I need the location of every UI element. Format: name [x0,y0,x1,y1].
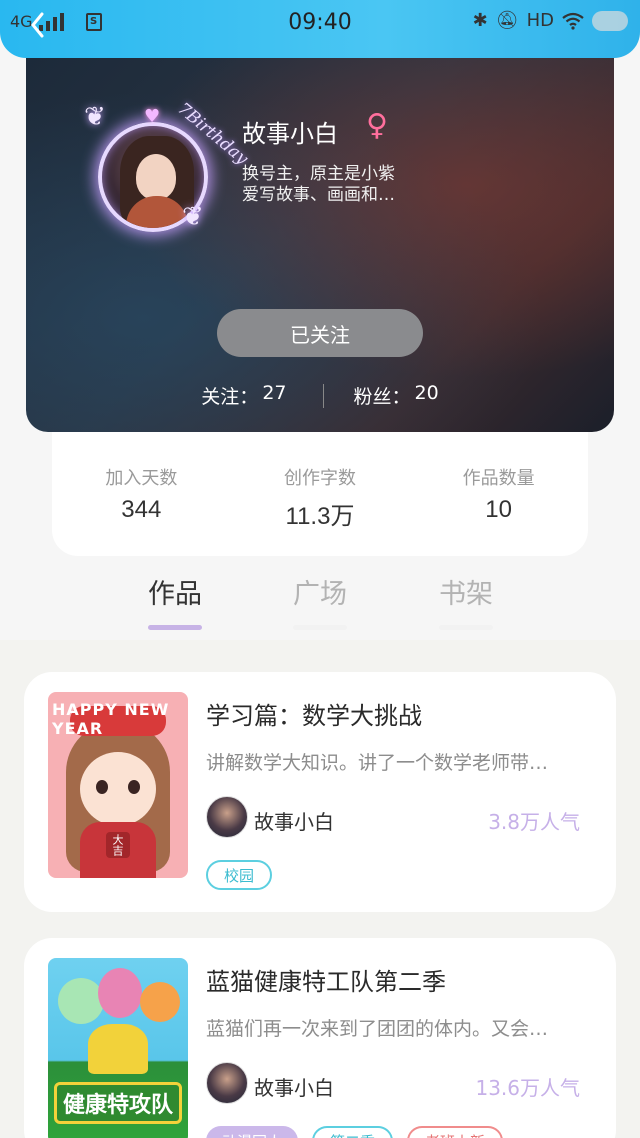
stat-label: 作品数量 [462,468,535,489]
fans-label: 粉丝： [353,386,411,408]
story-card[interactable]: 健康特攻队 蓝猫健康特工队第二季 蓝猫们再一次来到了团团的体内。又会… 故事小白… [24,938,616,1138]
author-avatar[interactable] [206,1062,248,1104]
story-description: 蓝猫们再一次来到了团团的体内。又会… [206,1018,549,1040]
mute-icon: 🔕︎ [495,10,519,31]
stats-card: 加入天数 344 创作字数 11.3万 作品数量 10 [52,420,588,556]
tag-list: 校园 [206,860,273,890]
bio-line: 爱写故事、画画和… [242,185,395,205]
tab-label: 广场 [293,579,347,610]
tab-label: 书架 [439,579,493,610]
bio-line: 换号主，原主是小紫 [242,164,395,184]
stat-word-count: 创作字数 11.3万 [250,464,390,556]
following-value: 27 [262,382,287,404]
profile-header: ♥ ❦ ❦ 7Birthday 故事小白 ♀ 换号主，原主是小紫 爱写故事、画画… [26,52,614,432]
status-bar: 4G S 09:40 ✱ 🔕︎ HD [0,0,640,58]
tab-works[interactable]: 作品 [130,572,220,630]
toggle-icon [592,10,628,31]
divider [322,383,324,408]
author-avatar[interactable] [206,796,248,838]
fans-count[interactable]: 粉丝： 20 [354,382,439,409]
profile-name: 故事小白 [242,120,338,148]
cover-text: 健康特攻队 [54,1082,182,1124]
popularity: 13.6万人气 [475,1076,580,1100]
stat-works-count: 作品数量 10 [429,464,569,556]
stat-value: 11.3万 [285,503,355,530]
tab-bar: 作品 广场 书架 [0,572,640,636]
wing-icon: ❦ [84,102,106,132]
butterfly-icon: ❦ [182,202,204,232]
tag[interactable]: 校园 [206,860,273,890]
wifi-icon [562,12,584,30]
popularity: 3.8万人气 [488,810,580,834]
tag-list: 动漫同人 第二季 老班上新 [206,1126,504,1138]
follow-counts: 关注： 27 粉丝： 20 [26,382,614,409]
author-name[interactable]: 故事小白 [254,806,334,835]
stat-join-days: 加入天数 344 [71,464,211,556]
cover-sign: 大吉 [106,832,130,858]
following-label: 关注： [201,386,259,408]
female-gender-icon: ♀ [366,108,388,143]
story-title[interactable]: 学习篇：数学大挑战 [206,696,422,731]
tag[interactable]: 老班上新 [407,1126,504,1138]
followed-button[interactable]: 已关注 [217,309,423,357]
tab-label: 作品 [148,579,202,610]
following-count[interactable]: 关注： 27 [201,382,286,409]
avatar[interactable]: ♥ ❦ ❦ 7Birthday [78,92,252,242]
tab-indicator [439,625,493,630]
profile-bio: 换号主，原主是小紫 爱写故事、画画和… [242,164,395,206]
tab-square[interactable]: 广场 [275,572,365,630]
author-name[interactable]: 故事小白 [254,1072,334,1101]
tag[interactable]: 第二季 [312,1126,394,1138]
tab-bookshelf[interactable]: 书架 [421,572,511,630]
cover-text: HAPPY NEW YEAR [52,700,170,738]
stat-value: 344 [121,496,162,523]
tag[interactable]: 动漫同人 [206,1126,299,1138]
tab-indicator [293,625,347,630]
fans-value: 20 [414,382,439,404]
story-cover-image[interactable]: HAPPY NEW YEAR 大吉 [48,692,188,878]
tab-indicator [148,625,202,630]
story-title[interactable]: 蓝猫健康特工队第二季 [206,962,446,997]
stat-value: 10 [485,496,512,523]
heart-icon: ♥ [144,106,161,127]
bluetooth-icon: ✱ [472,10,488,31]
stat-label: 加入天数 [105,468,178,489]
story-cover-image[interactable]: 健康特攻队 [48,958,188,1138]
hd-icon: HD [526,10,554,31]
stat-label: 创作字数 [283,468,356,489]
status-right: ✱ 🔕︎ HD [473,10,628,31]
story-card[interactable]: HAPPY NEW YEAR 大吉 学习篇：数学大挑战 讲解数学大知识。讲了一个… [24,672,616,912]
story-description: 讲解数学大知识。讲了一个数学老师带… [206,752,549,774]
